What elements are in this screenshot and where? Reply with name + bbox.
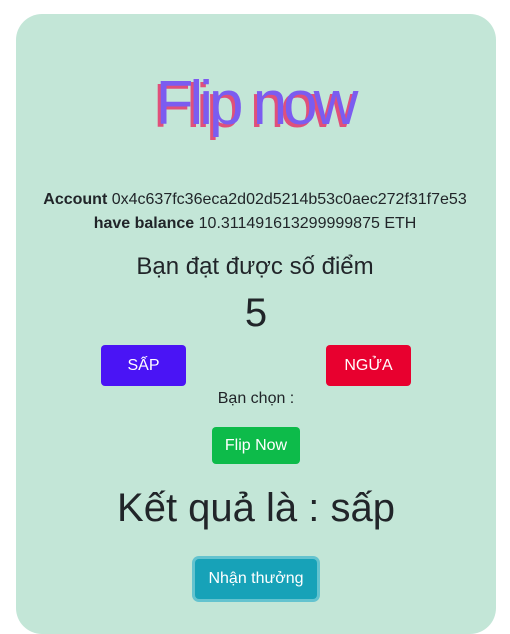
account-label: Account: [43, 191, 108, 208]
score-label: Bạn đạt được số điểm: [136, 253, 374, 280]
account-line: Account 0x4c637fc36eca2d02d5214b53c0aec2…: [0, 190, 510, 210]
title-container: Flip now: [0, 68, 510, 148]
page-title: Flip now: [155, 69, 359, 138]
chosen-label: Bạn chọn :: [217, 390, 295, 407]
result-text: Kết quả là : sấp: [117, 486, 395, 530]
claim-reward-button[interactable]: Nhận thưởng: [195, 559, 317, 599]
balance-value: 10.311491613299999875 ETH: [198, 215, 417, 232]
balance-line: have balance 10.311491613299999875 ETH: [0, 214, 510, 234]
ngua-button[interactable]: NGỬA: [326, 345, 411, 386]
flip-now-button[interactable]: Flip Now: [212, 427, 300, 464]
sap-button[interactable]: SẤP: [101, 345, 186, 386]
balance-label: have balance: [93, 215, 195, 232]
account-address: 0x4c637fc36eca2d02d5214b53c0aec272f31f7e…: [111, 191, 467, 208]
score-value: 5: [244, 291, 268, 335]
